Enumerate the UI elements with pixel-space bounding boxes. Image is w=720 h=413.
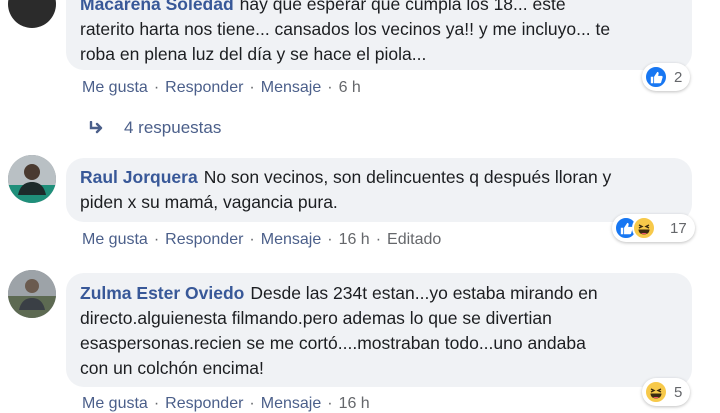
avatar[interactable] [8,270,56,318]
reply-link[interactable]: Responder [165,231,243,248]
comment-text-line: No son vecinos, son delincuentes q despu… [203,167,612,187]
haha-reaction-icon [644,380,668,404]
avatar[interactable] [8,155,56,203]
comment-actions: Me gusta · Responder · Mensaje · 16 h [82,395,370,412]
comment-text-line: Desde las 234t estan...yo estaba mirando… [250,283,598,303]
like-link[interactable]: Me gusta [82,231,148,248]
comment-text-line: piden x su mamá, vagancia pura. [80,192,338,212]
comment-text-line: roba en plena luz del día y se hace el p… [80,44,427,64]
comment-actions: Me gusta · Responder · Mensaje · 6 h [82,79,361,96]
comment-actions: Me gusta · Responder · Mensaje · 16 h · Editado [82,231,442,248]
timestamp[interactable]: 16 h [339,395,370,412]
message-link[interactable]: Mensaje [261,79,321,96]
reply-arrow-icon [89,121,103,134]
reaction-count: 5 [674,383,683,401]
reaction-count: 17 [670,219,687,237]
like-link[interactable]: Me gusta [82,395,148,412]
reply-link[interactable]: Responder [165,79,243,96]
comment-text-line: esaspersonas.recien se me cortó....mostr… [80,333,586,353]
haha-reaction-icon [632,216,656,240]
like-link[interactable]: Me gusta [82,79,148,96]
reaction-summary[interactable]: 17 [612,214,695,242]
message-link[interactable]: Mensaje [261,231,321,248]
comment-author[interactable]: Zulma Ester Oviedo [80,283,244,303]
view-replies-link[interactable]: 4 respuestas [88,118,221,138]
comment-text-line: hay que esperar que cumpla los 18... est… [239,0,566,14]
comment-bubble: Macarena Soledad hay que esperar que cump… [66,0,692,70]
message-link[interactable]: Mensaje [261,395,321,412]
edited-label[interactable]: Editado [387,231,441,248]
reaction-summary[interactable]: 2 [642,63,691,91]
reply-link[interactable]: Responder [165,395,243,412]
comment-text-line: directo.alguienesta filmando.pero ademas… [80,308,552,328]
comment-bubble: Zulma Ester Oviedo Desde las 234t estan..… [66,273,692,387]
reaction-count: 2 [674,68,683,86]
comment-bubble: Raul Jorquera No son vecinos, son delincu… [66,158,692,222]
comment-text-line: raterito harta nos tiene... cansados los… [80,19,611,39]
comment-text-line: con un colchón encima! [80,358,264,378]
comment-author[interactable]: Macarena Soledad [80,0,234,14]
comment-author[interactable]: Raul Jorquera [80,167,198,187]
timestamp[interactable]: 16 h [339,231,370,248]
like-reaction-icon [644,65,668,89]
replies-count: 4 respuestas [124,118,222,137]
reaction-summary[interactable]: 5 [642,378,691,406]
timestamp[interactable]: 6 h [339,79,361,96]
avatar[interactable] [8,0,56,28]
